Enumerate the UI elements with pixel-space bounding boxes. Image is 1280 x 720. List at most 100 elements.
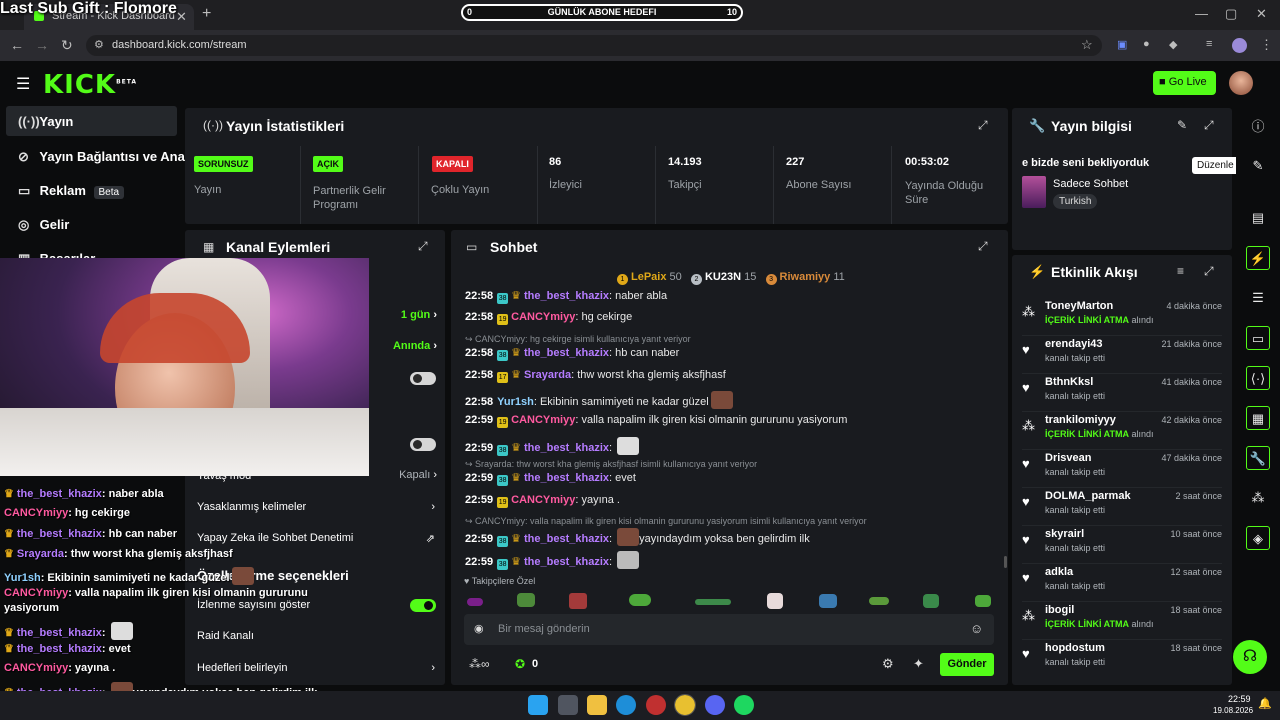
moderator-icon[interactable]: ✦ xyxy=(913,656,924,672)
browser-menu-icon[interactable]: ⋮ xyxy=(1260,37,1273,53)
emoji-icon[interactable]: ☺ xyxy=(970,621,983,636)
maximize-icon[interactable]: ▢ xyxy=(1225,6,1237,22)
translate-icon[interactable]: ▣ xyxy=(1117,38,1127,51)
banned-words-row[interactable]: Yasaklanmış kelimeler › xyxy=(197,501,437,513)
activity-item[interactable]: ♥ BthnKksl kanalı takip etti 41 dakika önce xyxy=(1022,374,1222,412)
activity-item[interactable]: ♥ hopdostum kanalı takip etti 18 saat önce xyxy=(1022,640,1222,678)
popout-icon[interactable]: ⤢ xyxy=(978,118,988,133)
media-icon[interactable]: ≡ xyxy=(1206,38,1212,50)
emote-icon[interactable] xyxy=(767,593,783,609)
slow-mode-delay[interactable]: Anında › xyxy=(370,340,437,352)
edit-icon[interactable]: ✎ xyxy=(1177,118,1187,132)
activity-item[interactable]: ♥ Drisvean kanalı takip etti 47 dakika önce xyxy=(1022,450,1222,488)
community-icon[interactable]: ⁂ xyxy=(1246,486,1270,510)
sidebar-item-achievements[interactable]: ▥ Başarılar xyxy=(6,243,177,259)
activity-item[interactable]: ⁂ ToneyMarton İÇERİK LİNKİ ATMA alındı 4 da… xyxy=(1022,298,1222,336)
activity-item[interactable]: ⁂ ibogil İÇERİK LİNKİ ATMA alındı 18 saat ö… xyxy=(1022,602,1222,640)
msg-user[interactable]: Srayarda xyxy=(524,369,571,381)
kick-logo[interactable]: KICKBETA xyxy=(43,70,137,100)
sidebar-item-stream-key[interactable]: ⊘ Yayın Bağlantısı ve Anahtarı xyxy=(6,141,186,171)
file-explorer-icon[interactable] xyxy=(587,695,607,715)
msg-user[interactable]: the_best_khazix xyxy=(524,472,609,484)
send-button[interactable]: Gönder xyxy=(940,653,994,676)
edge-icon[interactable] xyxy=(616,695,636,715)
raid-channel-row[interactable]: Raid Kanalı xyxy=(197,630,437,642)
emote-icon[interactable] xyxy=(569,593,587,609)
emote-icon[interactable] xyxy=(869,597,889,605)
broadcast-rail-icon[interactable]: ⟨·⟩ xyxy=(1246,366,1270,390)
user-avatar[interactable] xyxy=(1229,71,1253,95)
reload-icon[interactable]: ↻ xyxy=(61,37,73,54)
msg-user[interactable]: Yur1sh xyxy=(497,396,534,408)
msg-user[interactable]: the_best_khazix xyxy=(524,347,609,359)
emote-icon[interactable] xyxy=(695,599,731,605)
profile-avatar[interactable] xyxy=(1232,38,1247,53)
lightning-icon[interactable]: ⚡ xyxy=(1246,246,1270,270)
task-view-icon[interactable] xyxy=(558,695,578,715)
sidebar-item-ads[interactable]: ▭ Reklam Beta xyxy=(6,175,177,205)
msg-user[interactable]: the_best_khazix xyxy=(524,533,609,545)
emote-icon[interactable] xyxy=(517,593,535,607)
back-icon[interactable]: ← xyxy=(10,37,24,53)
community-goal-icon[interactable]: ⁂∞ xyxy=(469,657,490,671)
site-info-icon[interactable]: ⚙ xyxy=(94,38,104,51)
sidebar-item-stream[interactable]: ((·)) Yayın xyxy=(6,106,177,136)
emote-icon[interactable] xyxy=(923,594,939,608)
popout-icon[interactable]: ⤢ xyxy=(418,239,428,254)
notification-bell-icon[interactable]: 🔔 xyxy=(1258,697,1272,710)
chrome-icon[interactable] xyxy=(674,694,696,716)
toggle-switch[interactable] xyxy=(410,599,436,612)
popout-icon[interactable]: ⤢ xyxy=(1204,264,1214,279)
emote-icon[interactable] xyxy=(467,598,483,606)
support-chat-icon[interactable]: ☊ xyxy=(1233,640,1267,674)
spotify-icon[interactable] xyxy=(734,695,754,715)
activity-item[interactable]: ♥ DOLMA_parmak kanalı takip etti 2 saat önc… xyxy=(1022,488,1222,526)
sidebar-item-revenue[interactable]: ◎ Gelir xyxy=(6,209,177,239)
chat-mode-icon[interactable]: ◉ xyxy=(474,622,484,635)
activity-item[interactable]: ♥ skyrairl kanalı takip etti 10 saat önce xyxy=(1022,526,1222,564)
go-live-button[interactable]: ■ Go Live xyxy=(1153,71,1216,95)
chat-scrollbar[interactable] xyxy=(1004,556,1007,568)
set-goals-row[interactable]: Hedefleri belirleyin › xyxy=(197,662,437,674)
tab-close-icon[interactable]: ✕ xyxy=(176,9,187,25)
msg-user[interactable]: the_best_khazix xyxy=(524,290,609,302)
activity-item[interactable]: ♥ adkla kanalı takip etti 12 saat önce xyxy=(1022,564,1222,602)
extensions-puzzle-icon[interactable]: ◆ xyxy=(1169,38,1177,51)
wrench-rail-icon[interactable]: 🔧 xyxy=(1246,446,1270,470)
msg-user[interactable]: CANCYmiyy xyxy=(511,494,575,506)
actions-rail-icon[interactable]: ▦ xyxy=(1246,406,1270,430)
window-close-icon[interactable]: ✕ xyxy=(1256,6,1267,22)
info-icon[interactable]: ⓘ xyxy=(1246,115,1270,139)
extension-icon[interactable]: ● xyxy=(1143,38,1150,50)
emote-icon[interactable] xyxy=(819,594,837,608)
emote-icon[interactable] xyxy=(975,595,991,607)
msg-user[interactable]: the_best_khazix xyxy=(524,442,609,454)
slow-mode-row[interactable]: Kapalı › xyxy=(370,469,437,481)
pencil-icon[interactable]: ✎ xyxy=(1246,154,1270,178)
ai-moderation-row[interactable]: Yapay Zeka ile Sohbet Denetimi ⇗ xyxy=(197,532,437,545)
show-viewcount-row[interactable]: İzlenme sayısını göster xyxy=(197,599,437,611)
minimize-icon[interactable]: — xyxy=(1195,6,1208,21)
filter-icon[interactable]: ≡ xyxy=(1177,264,1184,278)
popout-icon[interactable]: ⤢ xyxy=(1204,118,1214,133)
popout-icon[interactable]: ⤢ xyxy=(978,239,988,254)
msg-user[interactable]: CANCYmiyy xyxy=(511,311,575,323)
toggle-switch[interactable] xyxy=(410,438,436,451)
list-icon[interactable]: ☰ xyxy=(1246,286,1270,310)
chat-settings-icon[interactable]: ⚙ xyxy=(882,656,894,672)
msg-user[interactable]: CANCYmiyy xyxy=(511,414,575,426)
url-input[interactable]: ⚙ dashboard.kick.com/stream ☆ xyxy=(86,35,1102,56)
hamburger-menu-icon[interactable]: ☰ xyxy=(16,74,30,94)
emote-icon[interactable] xyxy=(629,594,651,606)
toggle-switch[interactable] xyxy=(410,372,436,385)
new-tab-icon[interactable]: + xyxy=(202,5,211,23)
chat-icon[interactable]: ▭ xyxy=(1246,326,1270,350)
activity-item[interactable]: ⁂ trankilomiyyy İÇERİK LİNKİ ATMA alındı 42… xyxy=(1022,412,1222,450)
layout-icon[interactable]: ▤ xyxy=(1246,206,1270,230)
forward-icon[interactable]: → xyxy=(35,37,49,53)
activity-item[interactable]: ♥ erendayi43 kanalı takip etti 21 dakika ön… xyxy=(1022,336,1222,374)
chat-input[interactable]: ◉ Bir mesaj gönderin ☺ xyxy=(464,614,994,645)
obs-icon[interactable] xyxy=(646,695,666,715)
start-menu-icon[interactable] xyxy=(528,695,548,715)
discord-icon[interactable] xyxy=(705,695,725,715)
